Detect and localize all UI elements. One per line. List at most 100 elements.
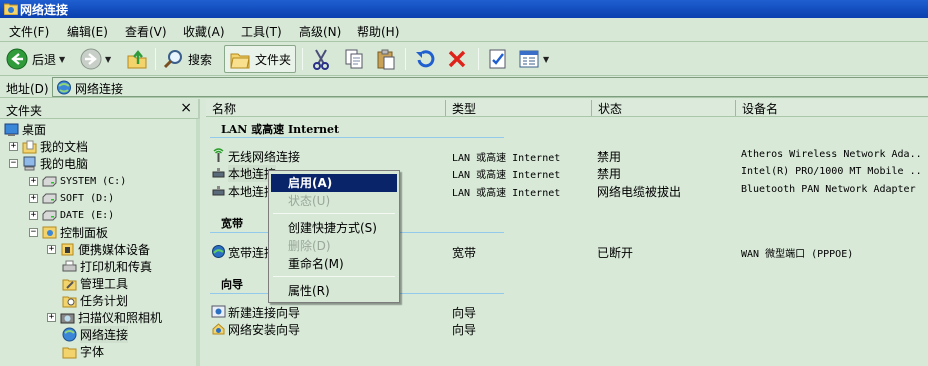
- search-button[interactable]: 搜索: [162, 45, 212, 73]
- network-folder-icon: [4, 3, 18, 15]
- expand-icon[interactable]: +: [47, 245, 56, 254]
- tree-item-drive-d[interactable]: + SOFT (D:): [29, 190, 114, 207]
- control-panel-icon: [42, 226, 57, 239]
- tree-item-my-documents[interactable]: + 我的文档: [9, 138, 88, 155]
- expand-icon[interactable]: +: [47, 313, 56, 322]
- cut-button[interactable]: [310, 45, 332, 73]
- context-menu-separator: [273, 213, 395, 214]
- table-row[interactable]: 无线网络连接 LAN 或高速 Internet 禁用 Atheros Wirel…: [206, 147, 923, 164]
- tree-item-scanners-cameras[interactable]: + 扫描仪和照相机: [47, 309, 162, 326]
- context-menu-create-shortcut[interactable]: 创建快捷方式(S): [271, 219, 397, 237]
- back-button[interactable]: 后退 ▼: [6, 45, 65, 73]
- expand-icon[interactable]: +: [29, 177, 38, 186]
- back-button-label: 后退: [32, 52, 57, 67]
- tree-item-control-panel[interactable]: − 控制面板: [29, 224, 108, 241]
- connection-status: 已断开: [597, 246, 634, 260]
- my-computer-icon: [23, 156, 36, 171]
- address-bar: 地址(D) 网络连接: [0, 76, 928, 98]
- views-dropdown-icon[interactable]: ▼: [543, 55, 549, 64]
- column-type[interactable]: 类型: [446, 100, 592, 116]
- views-icon: [519, 50, 539, 68]
- connection-status: 禁用: [597, 150, 622, 164]
- forward-button[interactable]: ▼: [80, 45, 111, 73]
- tree-item-printers[interactable]: 打印机和传真: [62, 258, 152, 275]
- context-menu-rename[interactable]: 重命名(M): [271, 255, 397, 273]
- admin-tools-icon: [62, 279, 77, 291]
- views-button[interactable]: ▼: [518, 45, 549, 73]
- context-menu-status[interactable]: 状态(U): [271, 192, 397, 210]
- folders-button[interactable]: 文件夹: [224, 45, 297, 73]
- tree-item-network-connections[interactable]: 网络连接: [62, 326, 129, 343]
- context-menu-enable[interactable]: 启用(A): [271, 174, 397, 192]
- network-connections-icon: [62, 327, 77, 342]
- group-header-broadband: 宽带: [221, 217, 243, 230]
- back-arrow-icon: [6, 48, 28, 70]
- column-headers: 名称 类型 状态 设备名: [206, 99, 928, 117]
- paste-icon: [377, 49, 395, 70]
- tree-item-fonts[interactable]: 字体: [62, 343, 104, 360]
- tree-item-admin-tools[interactable]: 管理工具: [62, 275, 128, 292]
- toolbar: 后退 ▼ ▼ 搜索 文件夹 ▼: [0, 42, 928, 76]
- table-row[interactable]: 新建连接向导 向导: [206, 303, 922, 320]
- connection-type: 向导: [452, 323, 477, 337]
- table-row[interactable]: 网络安装向导 向导: [206, 320, 922, 337]
- collapse-icon[interactable]: −: [29, 228, 38, 237]
- address-field[interactable]: 网络连接: [52, 77, 928, 97]
- tree-item-my-computer[interactable]: − 我的电脑: [9, 155, 88, 172]
- printer-icon: [62, 260, 77, 272]
- menu-view[interactable]: 查看(V): [125, 23, 167, 40]
- menu-help[interactable]: 帮助(H): [357, 23, 399, 40]
- back-dropdown-icon[interactable]: ▼: [59, 55, 65, 64]
- tree-item-desktop[interactable]: 桌面: [4, 121, 46, 138]
- search-button-label: 搜索: [188, 52, 213, 67]
- tree-scrollbar[interactable]: [196, 119, 200, 366]
- network-connections-icon: [57, 80, 71, 95]
- tree-item-drive-e[interactable]: + DATE (E:): [29, 207, 114, 224]
- connection-name: 新建连接向导: [228, 306, 301, 320]
- paste-button[interactable]: [375, 45, 397, 73]
- menu-favorites[interactable]: 收藏(A): [183, 23, 225, 40]
- tree-label: 扫描仪和照相机: [78, 311, 163, 325]
- folder-up-icon: [127, 50, 147, 69]
- tree-item-portable-devices[interactable]: + 便携媒体设备: [47, 241, 150, 258]
- group-divider: [210, 137, 504, 138]
- folder-pane-close-icon[interactable]: ×: [180, 100, 192, 116]
- folder-pane: 文件夹 × 桌面 + 我的文档 − 我的电脑 + SYSTEM (C:) + S…: [0, 99, 200, 366]
- tree-item-drive-c[interactable]: + SYSTEM (C:): [29, 173, 126, 190]
- expand-icon[interactable]: +: [29, 211, 38, 220]
- menu-tools[interactable]: 工具(T): [241, 23, 282, 40]
- title-bar: 网络连接: [0, 0, 928, 18]
- tree-label: 任务计划: [80, 294, 129, 308]
- menu-file[interactable]: 文件(F): [9, 23, 49, 40]
- connection-type: 宽带: [452, 246, 477, 260]
- context-menu-properties[interactable]: 属性(R): [271, 282, 397, 300]
- tree-label: 控制面板: [60, 226, 109, 240]
- forward-dropdown-icon[interactable]: ▼: [105, 55, 111, 64]
- window-title: 网络连接: [20, 3, 69, 17]
- menu-edit[interactable]: 编辑(E): [67, 23, 108, 40]
- expand-icon[interactable]: +: [29, 194, 38, 203]
- delete-button[interactable]: [446, 45, 468, 73]
- copy-button[interactable]: [343, 45, 365, 73]
- tree-item-scheduled-tasks[interactable]: 任务计划: [62, 292, 128, 309]
- connection-type: LAN 或高速 Internet: [452, 153, 561, 164]
- collapse-icon[interactable]: −: [9, 159, 18, 168]
- column-name[interactable]: 名称: [206, 100, 446, 116]
- scanner-camera-icon: [60, 313, 75, 324]
- properties-button[interactable]: [487, 45, 509, 73]
- tree-label: SYSTEM (C:): [60, 176, 127, 187]
- column-status[interactable]: 状态: [592, 100, 736, 116]
- context-menu-delete[interactable]: 删除(D): [271, 237, 397, 255]
- connection-device: Bluetooth PAN Network Adapter: [741, 184, 916, 195]
- menu-bar: 文件(F) 编辑(E) 查看(V) 收藏(A) 工具(T) 高级(N) 帮助(H…: [0, 18, 928, 42]
- tree-label: 我的电脑: [40, 157, 89, 171]
- hard-drive-icon: [42, 210, 57, 221]
- context-menu: 启用(A) 状态(U) 创建快捷方式(S) 删除(D) 重命名(M) 属性(R): [268, 170, 400, 303]
- column-device[interactable]: 设备名: [736, 100, 928, 116]
- up-button[interactable]: [126, 45, 148, 73]
- menu-advanced[interactable]: 高级(N): [299, 23, 341, 40]
- delete-x-icon: [448, 50, 466, 68]
- expand-icon[interactable]: +: [9, 142, 18, 151]
- search-icon: [163, 50, 182, 69]
- undo-button[interactable]: [413, 45, 435, 73]
